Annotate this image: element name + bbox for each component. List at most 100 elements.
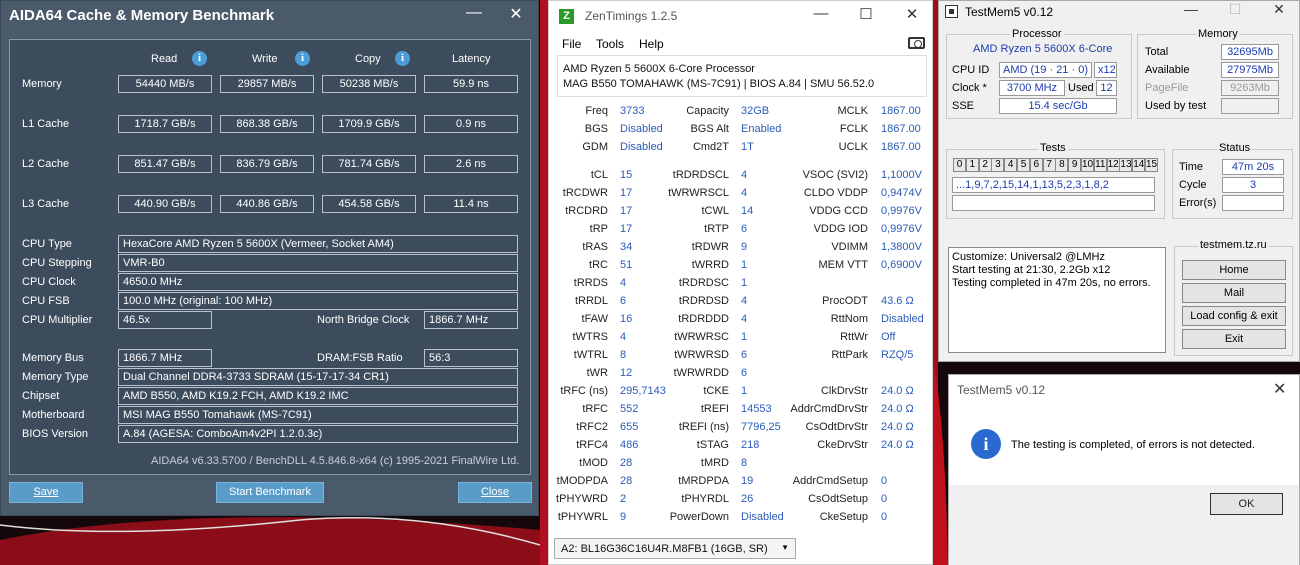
maximize-icon[interactable]: ☐ xyxy=(846,5,886,23)
processor-header: Processor xyxy=(1010,28,1064,40)
aida64-title: AIDA64 Cache & Memory Benchmark xyxy=(9,7,275,24)
timing-label: PowerDown xyxy=(669,511,729,523)
latency-value: 2.6 ns xyxy=(424,155,518,173)
home-button[interactable]: Home xyxy=(1182,260,1286,280)
timing-value: 0,6900V xyxy=(881,259,922,271)
mem-bus-value: 1866.7 MHz xyxy=(118,349,212,367)
info-label: CPU Multiplier xyxy=(22,314,93,326)
minimize-icon[interactable]: — xyxy=(801,5,841,22)
timing-value: 0,9976V xyxy=(881,223,922,235)
timing-label: tRDRDSC xyxy=(678,277,729,289)
timing-label: tRRDS xyxy=(573,277,608,289)
screenshot-camera-icon[interactable] xyxy=(908,37,925,49)
test-cell: 4 xyxy=(1004,158,1018,172)
timing-value: 4 xyxy=(741,187,748,199)
load-config-button[interactable]: Load config & exit xyxy=(1182,306,1286,326)
timing-label: tPHYRDL xyxy=(681,493,729,505)
timing-value: 4 xyxy=(741,295,748,307)
timing-value: 4 xyxy=(620,331,627,343)
timing-label: tRFC (ns) xyxy=(560,385,608,397)
header-read: Read xyxy=(151,53,178,65)
timing-value: 4 xyxy=(620,277,627,289)
timing-label: MEM VTT xyxy=(818,259,869,271)
timing-label: tWTRS xyxy=(572,331,608,343)
zentimings-logo-icon: Z xyxy=(559,9,574,24)
close-icon[interactable]: ✕ xyxy=(892,5,932,23)
timing-value: 16 xyxy=(620,313,633,325)
info2-label: Motherboard xyxy=(22,409,85,421)
read-value: 440.90 GB/s xyxy=(118,195,212,213)
memory-header: Memory xyxy=(1196,28,1240,40)
info-value: 46.5x xyxy=(118,311,212,329)
mail-button[interactable]: Mail xyxy=(1182,283,1286,303)
close-icon[interactable]: ✕ xyxy=(501,4,531,24)
timing-label: CsOdtDrvStr xyxy=(805,421,868,433)
timing-value: 0 xyxy=(881,475,888,487)
start-benchmark-button[interactable]: Start Benchmark xyxy=(216,482,324,503)
maximize-icon[interactable]: ☐ xyxy=(1215,1,1255,18)
close-button[interactable]: Close xyxy=(458,482,532,503)
exit-button[interactable]: Exit xyxy=(1182,329,1286,349)
test-cell: 2 xyxy=(978,158,992,172)
close-icon[interactable]: ✕ xyxy=(1259,1,1299,18)
zentimings-window: Z ZenTimings 1.2.5 — ☐ ✕ File Tools Help… xyxy=(548,0,933,565)
info-label: CPU Stepping xyxy=(22,257,92,269)
write-value: 440.86 GB/s xyxy=(220,195,314,213)
info2-value: AMD B550, AMD K19.2 FCH, AMD K19.2 IMC xyxy=(118,387,518,405)
timing-value: 1 xyxy=(741,259,748,271)
timing-value: 2 xyxy=(620,493,627,505)
dimm-select[interactable]: A2: BL16G36C16U4R.M8FB1 (16GB, SR) ▼ xyxy=(554,538,796,559)
info2-label: Chipset xyxy=(22,390,60,402)
tests-header: Tests xyxy=(1038,142,1068,154)
timing-label: BGS Alt xyxy=(690,123,729,135)
timing-value: 32GB xyxy=(741,105,770,117)
minimize-button[interactable]: — xyxy=(459,4,489,22)
total-value: 32695Mb xyxy=(1221,44,1279,60)
timing-label: tRP xyxy=(589,223,608,235)
read-info-icon[interactable]: i xyxy=(192,51,207,66)
menu-tools[interactable]: Tools xyxy=(596,37,624,51)
dialog-title: TestMem5 v0.12 xyxy=(957,383,1046,397)
minimize-icon[interactable]: — xyxy=(1171,1,1211,17)
timing-value: 24.0 Ω xyxy=(881,439,914,451)
timing-value: 9 xyxy=(741,241,748,253)
info-label: CPU Clock xyxy=(22,276,76,288)
timing-value: 24.0 Ω xyxy=(881,421,914,433)
test-cell: 11 xyxy=(1093,158,1107,172)
timing-value: 4 xyxy=(741,169,748,181)
timing-value: 1 xyxy=(741,385,748,397)
pagefile-value: 9263Mb xyxy=(1221,80,1279,96)
timing-label: tRC xyxy=(589,259,608,271)
timing-value: 0,9976V xyxy=(881,205,922,217)
info-value: 100.0 MHz (original: 100 MHz) xyxy=(118,292,518,310)
timing-label: tWR xyxy=(586,367,608,379)
timing-value: Enabled xyxy=(741,123,782,135)
ok-button[interactable]: OK xyxy=(1210,493,1283,515)
info-label: CPU FSB xyxy=(22,295,70,307)
timing-value: 28 xyxy=(620,457,633,469)
sse-value: 15.4 sec/Gb xyxy=(999,98,1117,114)
save-button[interactable]: Save xyxy=(9,482,83,503)
timing-value: 8 xyxy=(741,457,748,469)
close-icon[interactable]: ✕ xyxy=(1273,379,1286,399)
usedby-label: Used by test xyxy=(1145,100,1207,112)
latency-value: 0.9 ns xyxy=(424,115,518,133)
info2-label: BIOS Version xyxy=(22,428,89,440)
cpu-threads: x12 xyxy=(1094,62,1117,78)
write-info-icon[interactable]: i xyxy=(295,51,310,66)
time-value: 47m 20s xyxy=(1222,159,1284,175)
timing-value: 24.0 Ω xyxy=(881,403,914,415)
header-latency: Latency xyxy=(452,53,491,65)
menu-file[interactable]: File xyxy=(562,37,581,51)
test-cell: 8 xyxy=(1055,158,1069,172)
timing-value: 19 xyxy=(741,475,754,487)
info2-value: A.84 (AGESA: ComboAm4v2PI 1.2.0.3c) xyxy=(118,425,518,443)
timing-value: Disabled xyxy=(620,141,663,153)
timing-label: AddrCmdSetup xyxy=(792,475,868,487)
pagefile-label: PageFile xyxy=(1145,82,1189,94)
menu-help[interactable]: Help xyxy=(639,37,664,51)
copy-info-icon[interactable]: i xyxy=(395,51,410,66)
timing-label: tREFI (ns) xyxy=(678,421,729,433)
timing-value: 17 xyxy=(620,223,633,235)
test-sequence: ...1,9,7,2,15,14,1,13,5,2,3,1,8,2 xyxy=(952,177,1155,193)
